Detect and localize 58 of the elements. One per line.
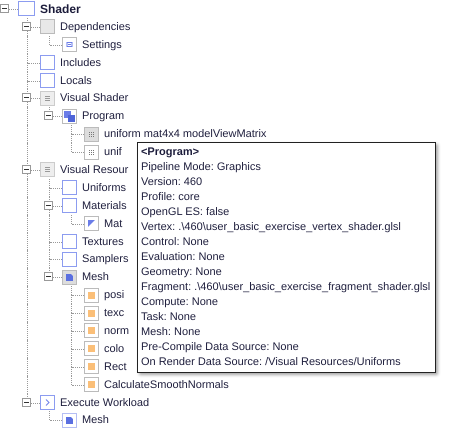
- tree-node-label[interactable]: CalculateSmoothNormals: [104, 378, 229, 391]
- folder-node-icon: [62, 180, 77, 196]
- tree-node-label[interactable]: Shader: [40, 2, 81, 16]
- program-node-icon: [62, 108, 77, 124]
- collapse-toggle-icon[interactable]: [22, 93, 31, 102]
- tree-node-label[interactable]: Includes: [60, 56, 101, 69]
- tooltip-line: OpenGL ES: false: [141, 205, 230, 220]
- tree-node-label[interactable]: texc: [104, 307, 124, 320]
- tree-node-label[interactable]: colo: [104, 342, 124, 355]
- folder-node-icon: [62, 252, 77, 267]
- tooltip-line: Vertex: .\460\user_basic_exercise_vertex_shader.glsl: [141, 220, 402, 235]
- collapse-toggle-icon[interactable]: [22, 22, 31, 31]
- tree-node-label[interactable]: Samplers: [82, 253, 128, 266]
- execute-node-icon: [40, 395, 55, 410]
- tooltip-line: Task: None: [141, 310, 198, 325]
- settings-node-icon: [62, 37, 77, 52]
- dependencies-node-icon: [40, 19, 55, 34]
- tree-node-label[interactable]: uniform mat4x4 modelViewMatrix: [104, 128, 266, 140]
- tooltip-line: Version: 460: [141, 175, 204, 190]
- collapse-toggle-icon[interactable]: [0, 4, 9, 13]
- folder-node-icon: [62, 198, 77, 214]
- collapse-toggle-icon[interactable]: [22, 165, 31, 174]
- tooltip-line: Control: None: [141, 235, 210, 250]
- tree-node-label[interactable]: posi: [104, 289, 124, 302]
- tree-node-label[interactable]: Settings: [82, 38, 122, 51]
- tree-node-label[interactable]: unif: [104, 146, 122, 158]
- tree-node-label[interactable]: Visual Resour: [60, 164, 128, 176]
- tooltip-line: On Render Data Source: /Visual Resources/Uniforms: [141, 355, 402, 370]
- collapse-toggle-icon[interactable]: [44, 272, 53, 282]
- tooltip-line: Fragment: .\460\user_basic_exercise_fragment_shader.glsl: [141, 280, 430, 295]
- tree-node-label[interactable]: Uniforms: [82, 182, 126, 194]
- collapse-toggle-icon[interactable]: [44, 111, 53, 120]
- tree-node-label[interactable]: Mesh: [82, 414, 109, 426]
- tree-node-label[interactable]: Program: [82, 110, 124, 122]
- tooltip-line: Pipeline Mode: Graphics: [141, 160, 262, 175]
- tooltip-line: Evaluation: None: [141, 250, 226, 265]
- folder-node-icon: [40, 73, 55, 88]
- tooltip-title: <Program>: [141, 145, 200, 160]
- collapse-toggle-icon[interactable]: [44, 200, 53, 210]
- material-node-icon: [84, 216, 99, 232]
- tree-node-label[interactable]: Textures: [82, 236, 124, 248]
- tree-node-label[interactable]: Execute Workload: [60, 396, 150, 409]
- tree-node-label[interactable]: Mat: [104, 218, 122, 230]
- folder-node-icon: [62, 234, 77, 250]
- tooltip-line: Pre-Compile Data Source: None: [141, 340, 300, 355]
- collapse-toggle-icon[interactable]: [22, 398, 31, 407]
- tooltip-line: Geometry: None: [141, 265, 223, 280]
- tree-node-label[interactable]: Mesh: [82, 271, 109, 284]
- folder-node-icon: [40, 55, 55, 70]
- tooltip-line: Compute: None: [141, 295, 220, 310]
- tree-node-label[interactable]: Visual Shader: [60, 92, 128, 104]
- tree-node-label[interactable]: norm: [104, 324, 130, 337]
- tooltip-line: Profile: core: [141, 190, 201, 205]
- tree-node-label[interactable]: Materials: [82, 200, 127, 212]
- tree-node-label[interactable]: Rect: [104, 360, 127, 373]
- tree-node-label[interactable]: Dependencies: [60, 20, 130, 33]
- tree-node-label[interactable]: Locals: [60, 74, 92, 86]
- tooltip-line: Mesh: None: [141, 325, 202, 340]
